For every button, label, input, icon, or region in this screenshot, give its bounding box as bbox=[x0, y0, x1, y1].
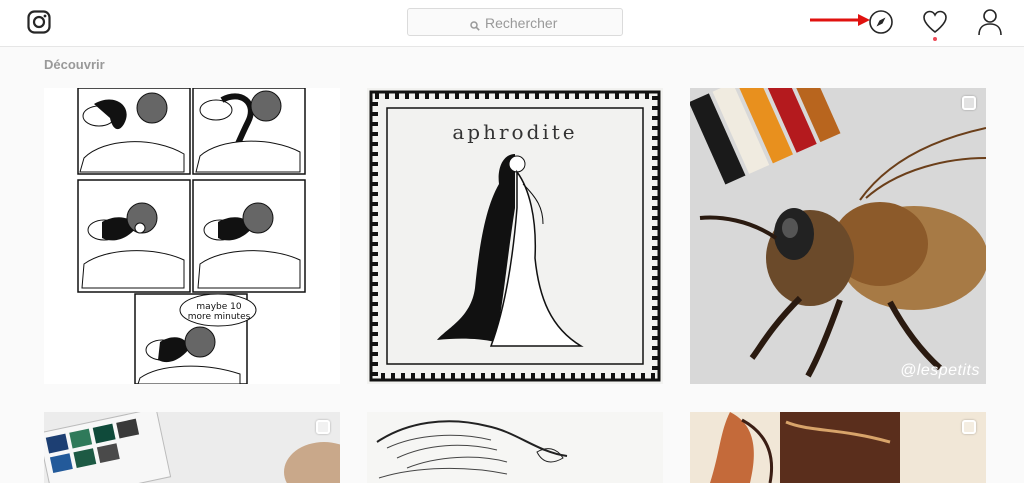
person-icon[interactable] bbox=[977, 8, 1003, 41]
sketch-image bbox=[367, 412, 663, 483]
multiple-images-icon bbox=[962, 96, 976, 110]
annotation-arrow-icon bbox=[810, 13, 872, 27]
multiple-images-icon bbox=[962, 420, 976, 434]
watercolor-image bbox=[44, 412, 340, 483]
comic-image bbox=[44, 88, 340, 384]
heart-icon[interactable] bbox=[922, 9, 948, 40]
explore-post-sketch[interactable] bbox=[367, 412, 663, 483]
multiple-images-icon bbox=[316, 420, 330, 434]
explore-post-illustration[interactable] bbox=[690, 412, 986, 483]
instagram-logo-icon[interactable] bbox=[27, 10, 51, 34]
top-navigation-bar: Rechercher bbox=[0, 0, 1024, 47]
explore-post-watercolor[interactable] bbox=[44, 412, 340, 483]
search-placeholder: Rechercher bbox=[485, 15, 558, 31]
explore-post-aphrodite[interactable]: aphrodite bbox=[367, 88, 663, 384]
notification-dot bbox=[933, 37, 937, 41]
explore-post-bee[interactable]: @lespetits bbox=[690, 88, 986, 384]
section-title: Découvrir bbox=[44, 57, 105, 72]
compass-icon[interactable] bbox=[868, 9, 894, 40]
artwork-title: aphrodite bbox=[452, 120, 578, 144]
search-icon bbox=[470, 18, 480, 31]
search-input[interactable]: Rechercher bbox=[407, 8, 623, 36]
watermark-text: @lespetits bbox=[900, 362, 980, 379]
illustration-image bbox=[690, 412, 986, 483]
comic-speech-bubble-text: maybe 10 more minutes bbox=[187, 302, 251, 322]
explore-post-comic[interactable]: maybe 10 more minutes bbox=[44, 88, 340, 384]
bee-image bbox=[690, 88, 986, 384]
